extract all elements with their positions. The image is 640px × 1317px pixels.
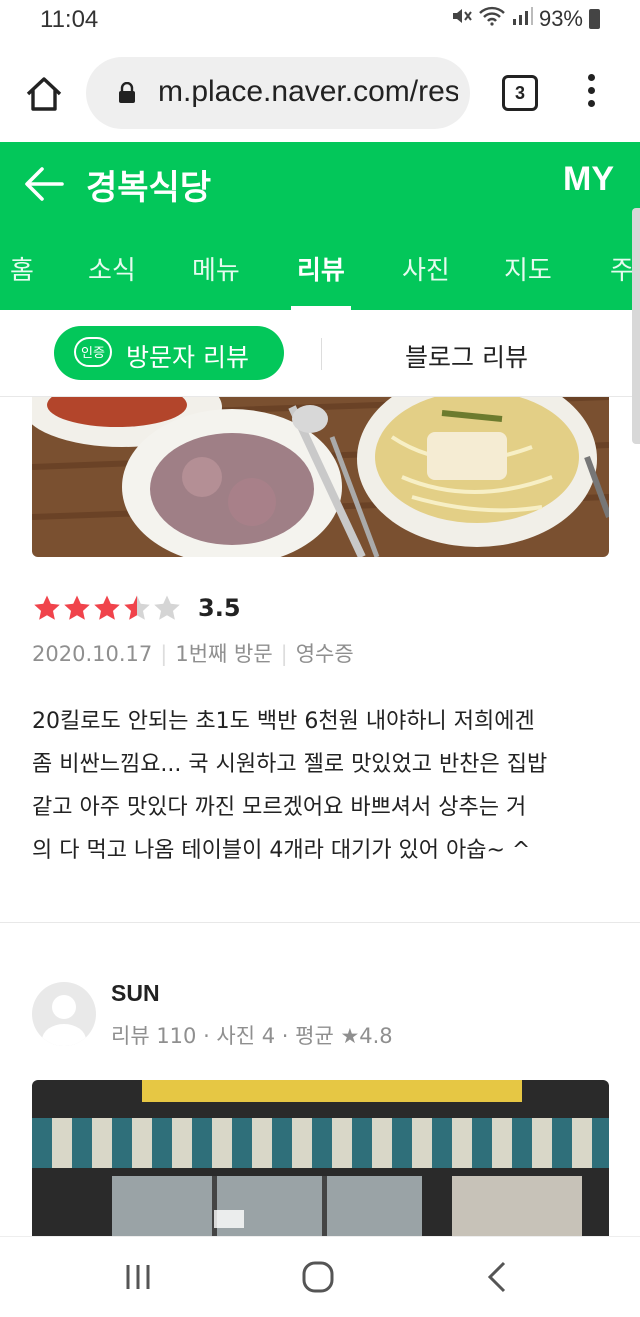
review-date: 2020.10.17	[32, 642, 153, 666]
tab-review[interactable]: 리뷰	[297, 250, 345, 287]
url-text: m.place.naver.com/res	[158, 75, 458, 108]
signal-icon	[511, 6, 533, 32]
review-line: 같고 아주 맛있다 까진 모르겠어요 바쁘셔서 상추는 거	[32, 795, 527, 820]
rating-score: 3.5	[198, 594, 241, 622]
review-text: 20킬로도 안되는 초1도 백반 6천원 내야하니 저희에겐 좀 비싼느낌요..…	[32, 700, 612, 872]
lock-icon	[118, 81, 136, 104]
tab-map[interactable]: 지도	[504, 250, 552, 287]
home-icon[interactable]	[22, 72, 66, 116]
review-line: 좀 비싼느낌요... 국 시원하고 젤로 맛있었고 반찬은 집밥	[32, 752, 548, 777]
review-rating: 3.5	[32, 592, 241, 624]
status-time: 11:04	[40, 6, 99, 33]
battery-icon	[589, 9, 600, 29]
verified-badge: 인증	[74, 337, 112, 367]
tab-photo[interactable]: 사진	[402, 250, 450, 287]
address-bar[interactable]: m.place.naver.com/res	[86, 57, 470, 129]
status-icons: 93%	[451, 6, 600, 32]
star-half-icon	[124, 595, 150, 620]
scroll-indicator	[632, 208, 640, 444]
review-line: 20킬로도 안되는 초1도 백반 6천원 내야하니 저희에겐	[32, 709, 535, 734]
browser-toolbar: m.place.naver.com/res 3	[0, 44, 640, 142]
star-empty-icon	[154, 595, 180, 620]
tab-menu[interactable]: 메뉴	[192, 250, 240, 287]
review-photo-storefront[interactable]	[32, 1080, 609, 1236]
battery-percent: 93%	[538, 6, 583, 31]
more-menu-icon[interactable]	[584, 74, 598, 114]
android-nav-bar	[0, 1236, 640, 1317]
tab-news[interactable]: 소식	[88, 250, 136, 287]
place-header: 경복식당 MY	[0, 142, 640, 226]
review-meta: 2020.10.17 | 1번째 방문 | 영수증	[32, 642, 354, 666]
mute-icon	[451, 6, 473, 32]
star-icon	[34, 595, 60, 620]
page-title: 경복식당	[86, 168, 212, 208]
review-photo-food[interactable]	[32, 397, 609, 557]
visitor-review-tab[interactable]: 인증 방문자 리뷰	[54, 326, 284, 380]
home-nav-icon[interactable]	[296, 1257, 340, 1297]
reviewer-stats: 리뷰 110 · 사진 4 · 평균 ★4.8	[111, 1024, 393, 1048]
tab-home[interactable]: 홈	[10, 250, 34, 287]
star-icon	[94, 595, 120, 620]
receipt-label: 영수증	[295, 642, 354, 666]
reviewer-name[interactable]: SUN	[111, 980, 160, 1007]
review-line[interactable]: 의 다 먹고 나옴 테이블이 4개라 대기가 있어 아숩~ ^	[32, 829, 612, 872]
back-arrow-icon[interactable]	[22, 164, 66, 204]
avatar[interactable]	[32, 982, 96, 1046]
my-button[interactable]: MY	[563, 160, 614, 199]
visitor-review-label: 방문자 리뷰	[126, 343, 249, 372]
status-bar: 11:04 93%	[0, 0, 640, 44]
section-divider	[0, 922, 640, 923]
tab-switcher-button[interactable]: 3	[502, 75, 538, 111]
place-nav-tabs: 홈 소식 메뉴 리뷰 사진 지도 주변	[0, 226, 640, 310]
blog-review-tab[interactable]: 블로그 리뷰	[405, 338, 528, 374]
star-icon	[64, 595, 90, 620]
visit-count: 1번째 방문	[175, 642, 273, 666]
review-type-tabs: 인증 방문자 리뷰 블로그 리뷰	[0, 310, 640, 397]
recent-apps-icon[interactable]	[116, 1257, 160, 1297]
wifi-icon	[479, 6, 505, 32]
tab-divider	[321, 338, 322, 370]
back-nav-icon[interactable]	[476, 1257, 520, 1297]
